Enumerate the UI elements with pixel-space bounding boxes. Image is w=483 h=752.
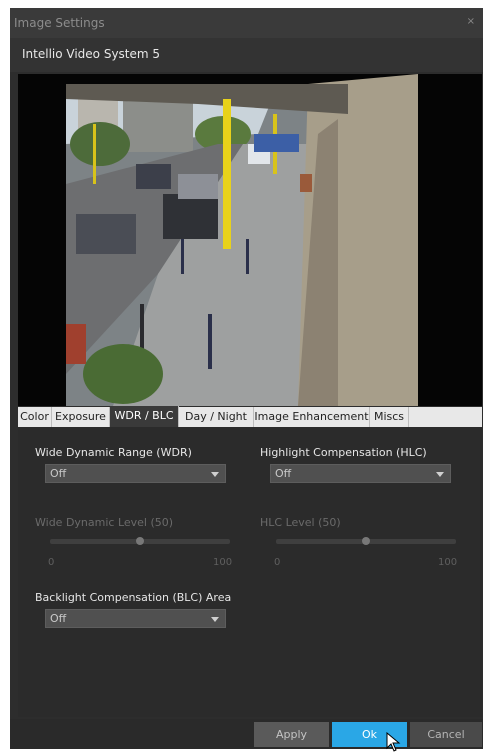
- tab-image-enhancement[interactable]: Image Enhancement: [254, 407, 370, 427]
- hlc-dropdown[interactable]: Off: [270, 464, 451, 483]
- device-name: Intellio Video System 5: [22, 47, 161, 61]
- window-title: Image Settings: [14, 16, 105, 30]
- wdr-level-max: 100: [213, 557, 233, 568]
- title-bar: Image Settings ×: [10, 8, 483, 38]
- cancel-button[interactable]: Cancel: [410, 722, 482, 747]
- mouse-cursor-icon: [386, 732, 401, 752]
- hlc-level-max: 100: [438, 557, 458, 568]
- tab-day-night[interactable]: Day / Night: [179, 407, 254, 427]
- blc-dropdown[interactable]: Off: [45, 609, 226, 628]
- hlc-label: Highlight Compensation (HLC): [260, 446, 427, 459]
- camera-feed-image: [18, 74, 482, 406]
- wdr-blc-panel: Wide Dynamic Range (WDR) Off Highlight C…: [18, 427, 482, 717]
- apply-button[interactable]: Apply: [254, 722, 329, 747]
- blc-value: Off: [50, 612, 67, 625]
- image-settings-window: Image Settings × Intellio Video System 5: [10, 8, 483, 752]
- wdr-label: Wide Dynamic Range (WDR): [35, 446, 192, 459]
- tab-miscs[interactable]: Miscs: [370, 407, 409, 427]
- tab-wdr-blc[interactable]: WDR / BLC: [110, 406, 179, 427]
- hlc-level-slider-thumb[interactable]: [362, 537, 370, 545]
- chevron-down-icon: [211, 617, 219, 622]
- chevron-down-icon: [436, 472, 444, 477]
- blc-label: Backlight Compensation (BLC) Area: [35, 591, 232, 604]
- hlc-level-label: HLC Level (50): [260, 516, 341, 529]
- close-icon[interactable]: ×: [467, 16, 475, 27]
- hlc-level-min: 0: [274, 557, 281, 568]
- wdr-level-slider-thumb[interactable]: [136, 537, 144, 545]
- tab-color[interactable]: Color: [18, 407, 52, 427]
- wdr-dropdown[interactable]: Off: [45, 464, 226, 483]
- hlc-value: Off: [275, 467, 292, 480]
- settings-tabs: Color Exposure WDR / BLC Day / Night Ima…: [18, 406, 482, 427]
- wdr-value: Off: [50, 467, 67, 480]
- tab-exposure[interactable]: Exposure: [52, 407, 110, 427]
- camera-preview: [18, 74, 482, 406]
- chevron-down-icon: [211, 472, 219, 477]
- wdr-level-min: 0: [48, 557, 55, 568]
- wdr-level-label: Wide Dynamic Level (50): [35, 516, 174, 529]
